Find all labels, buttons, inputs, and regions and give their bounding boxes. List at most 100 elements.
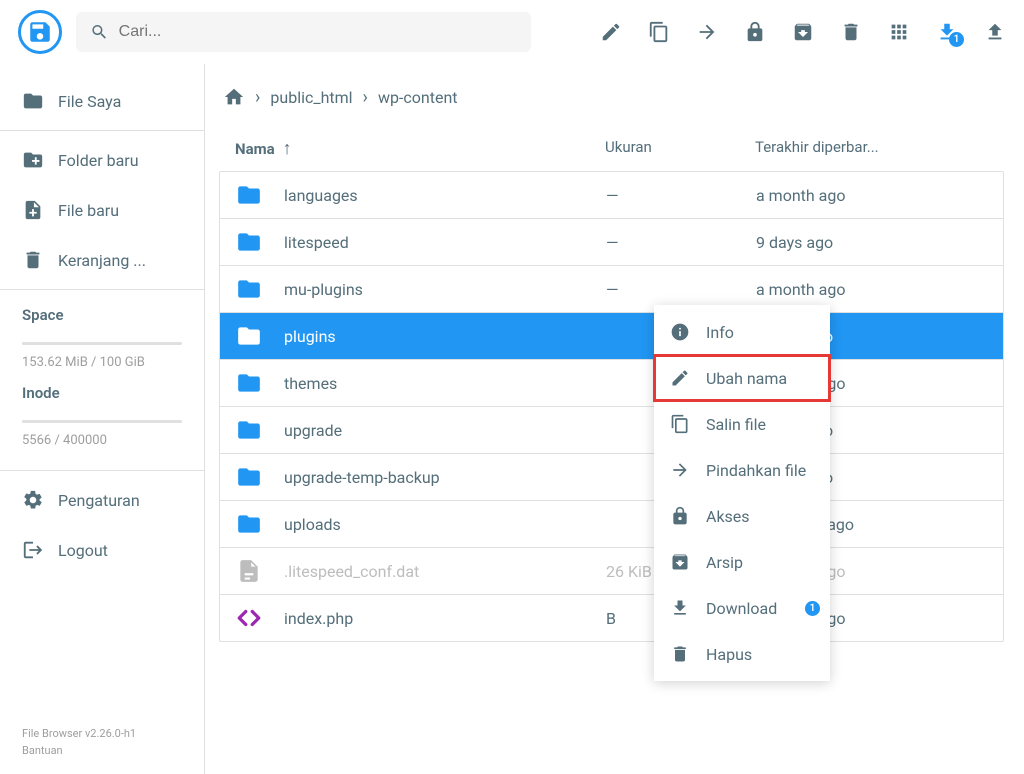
sidebar-item-myfiles[interactable]: File Saya xyxy=(0,76,204,126)
view-grid-button[interactable] xyxy=(888,21,910,43)
archive-button[interactable] xyxy=(792,21,814,43)
file-row[interactable]: themesa month ago xyxy=(220,360,1003,407)
space-section: Space 153.62 MiB / 100 GiB Inode 5566 / … xyxy=(0,294,204,466)
logout-icon xyxy=(22,539,44,561)
breadcrumb-item[interactable]: public_html xyxy=(270,88,352,107)
file-row[interactable]: upgrade-temp-backup6 days ago xyxy=(220,454,1003,501)
copy-icon xyxy=(648,21,670,43)
menu-label: Info xyxy=(706,323,734,342)
home-icon[interactable] xyxy=(223,86,245,108)
file-row[interactable]: plugins9 days ago xyxy=(220,313,1003,360)
footer-help[interactable]: Bantuan xyxy=(22,742,182,760)
menu-label: Pindahkan file xyxy=(706,461,806,480)
copy-button[interactable] xyxy=(648,21,670,43)
file-row[interactable]: upgrade8 days ago xyxy=(220,407,1003,454)
file-name: litespeed xyxy=(284,233,606,252)
column-header-date[interactable]: Terakhir diperbar... xyxy=(755,138,988,159)
sidebar-item-label: File Saya xyxy=(58,92,121,111)
main-content: › public_html › wp-content Nama ↑ Ukuran… xyxy=(205,64,1024,774)
file-size: — xyxy=(606,233,756,252)
folder-icon xyxy=(236,464,262,490)
access-button[interactable] xyxy=(744,21,766,43)
menu-icon xyxy=(670,368,690,388)
file-name: plugins xyxy=(284,327,606,346)
file-row[interactable]: .litespeed_conf.dat26 KiBa month ago xyxy=(220,548,1003,595)
menu-item-hapus[interactable]: Hapus xyxy=(654,631,830,677)
app-logo[interactable] xyxy=(18,10,62,54)
menu-item-salin-file[interactable]: Salin file xyxy=(654,401,830,447)
menu-label: Hapus xyxy=(706,645,752,664)
lock-icon xyxy=(744,21,766,43)
delete-button[interactable] xyxy=(840,21,862,43)
table-header: Nama ↑ Ukuran Terakhir diperbar... xyxy=(219,126,1004,171)
sort-arrow-up-icon: ↑ xyxy=(283,138,292,159)
search-box[interactable] xyxy=(76,12,531,52)
trash-icon xyxy=(840,21,862,43)
file-row[interactable]: languages—a month ago xyxy=(220,172,1003,219)
sidebar-item-label: Keranjang ... xyxy=(58,251,146,270)
folder-icon xyxy=(236,182,262,208)
toolbar: 1 xyxy=(600,21,1006,43)
trash-icon xyxy=(22,249,44,271)
menu-badge: 1 xyxy=(805,601,820,616)
menu-label: Salin file xyxy=(706,415,766,434)
menu-label: Arsip xyxy=(706,553,743,572)
menu-icon xyxy=(670,552,690,572)
folder-icon xyxy=(236,229,262,255)
sidebar-item-newfile[interactable]: File baru xyxy=(0,185,204,235)
menu-icon xyxy=(670,460,690,480)
file-row[interactable]: litespeed—9 days ago xyxy=(220,219,1003,266)
file-row[interactable]: uploads4 months ago xyxy=(220,501,1003,548)
file-size: — xyxy=(606,186,756,205)
menu-item-arsip[interactable]: Arsip xyxy=(654,539,830,585)
move-button[interactable] xyxy=(696,21,718,43)
header: 1 xyxy=(0,0,1024,64)
chevron-right-icon: › xyxy=(255,87,260,108)
sidebar-divider xyxy=(0,470,204,471)
chevron-right-icon: › xyxy=(363,87,368,108)
sidebar-item-settings[interactable]: Pengaturan xyxy=(0,475,204,525)
space-stat: 153.62 MiB / 100 GiB xyxy=(22,355,182,370)
menu-item-akses[interactable]: Akses xyxy=(654,493,830,539)
menu-label: Download xyxy=(706,599,777,618)
sidebar-item-logout[interactable]: Logout xyxy=(0,525,204,575)
folder-icon xyxy=(236,370,262,396)
breadcrumb-item[interactable]: wp-content xyxy=(378,88,458,107)
edit-button[interactable] xyxy=(600,21,622,43)
menu-icon xyxy=(670,322,690,342)
file-name: upgrade-temp-backup xyxy=(284,468,606,487)
menu-item-download[interactable]: Download 1 xyxy=(654,585,830,631)
footer-version: File Browser v2.26.0-h1 xyxy=(22,725,182,743)
sidebar-item-newfolder[interactable]: Folder baru xyxy=(0,135,204,185)
menu-item-ubah-nama[interactable]: Ubah nama xyxy=(654,355,830,401)
menu-item-pindahkan-file[interactable]: Pindahkan file xyxy=(654,447,830,493)
sidebar-item-trash[interactable]: Keranjang ... xyxy=(0,235,204,285)
sidebar-item-label: Logout xyxy=(58,541,108,560)
folder-plus-icon xyxy=(22,149,44,171)
file-date: a month ago xyxy=(756,186,987,205)
code-icon xyxy=(236,605,262,631)
search-icon xyxy=(90,22,109,42)
menu-item-info[interactable]: Info xyxy=(654,309,830,355)
column-header-size[interactable]: Ukuran xyxy=(605,138,755,159)
search-input[interactable] xyxy=(119,23,517,41)
sidebar-divider xyxy=(0,289,204,290)
pencil-icon xyxy=(600,21,622,43)
menu-label: Ubah nama xyxy=(706,369,787,388)
file-name: themes xyxy=(284,374,606,393)
breadcrumb: › public_html › wp-content xyxy=(219,78,1004,126)
menu-icon xyxy=(670,644,690,664)
download-button[interactable]: 1 xyxy=(936,21,958,43)
inode-stat: 5566 / 400000 xyxy=(22,433,182,448)
file-row[interactable]: mu-plugins—a month ago xyxy=(220,266,1003,313)
file-row[interactable]: index.phpBa month ago xyxy=(220,595,1003,641)
column-header-name[interactable]: Nama ↑ xyxy=(235,138,605,159)
archive-icon xyxy=(792,21,814,43)
upload-button[interactable] xyxy=(984,21,1006,43)
upload-icon xyxy=(984,21,1006,43)
space-title: Space xyxy=(22,306,182,324)
file-plus-icon xyxy=(22,199,44,221)
gear-icon xyxy=(22,489,44,511)
sidebar-divider xyxy=(0,130,204,131)
menu-icon xyxy=(670,506,690,526)
